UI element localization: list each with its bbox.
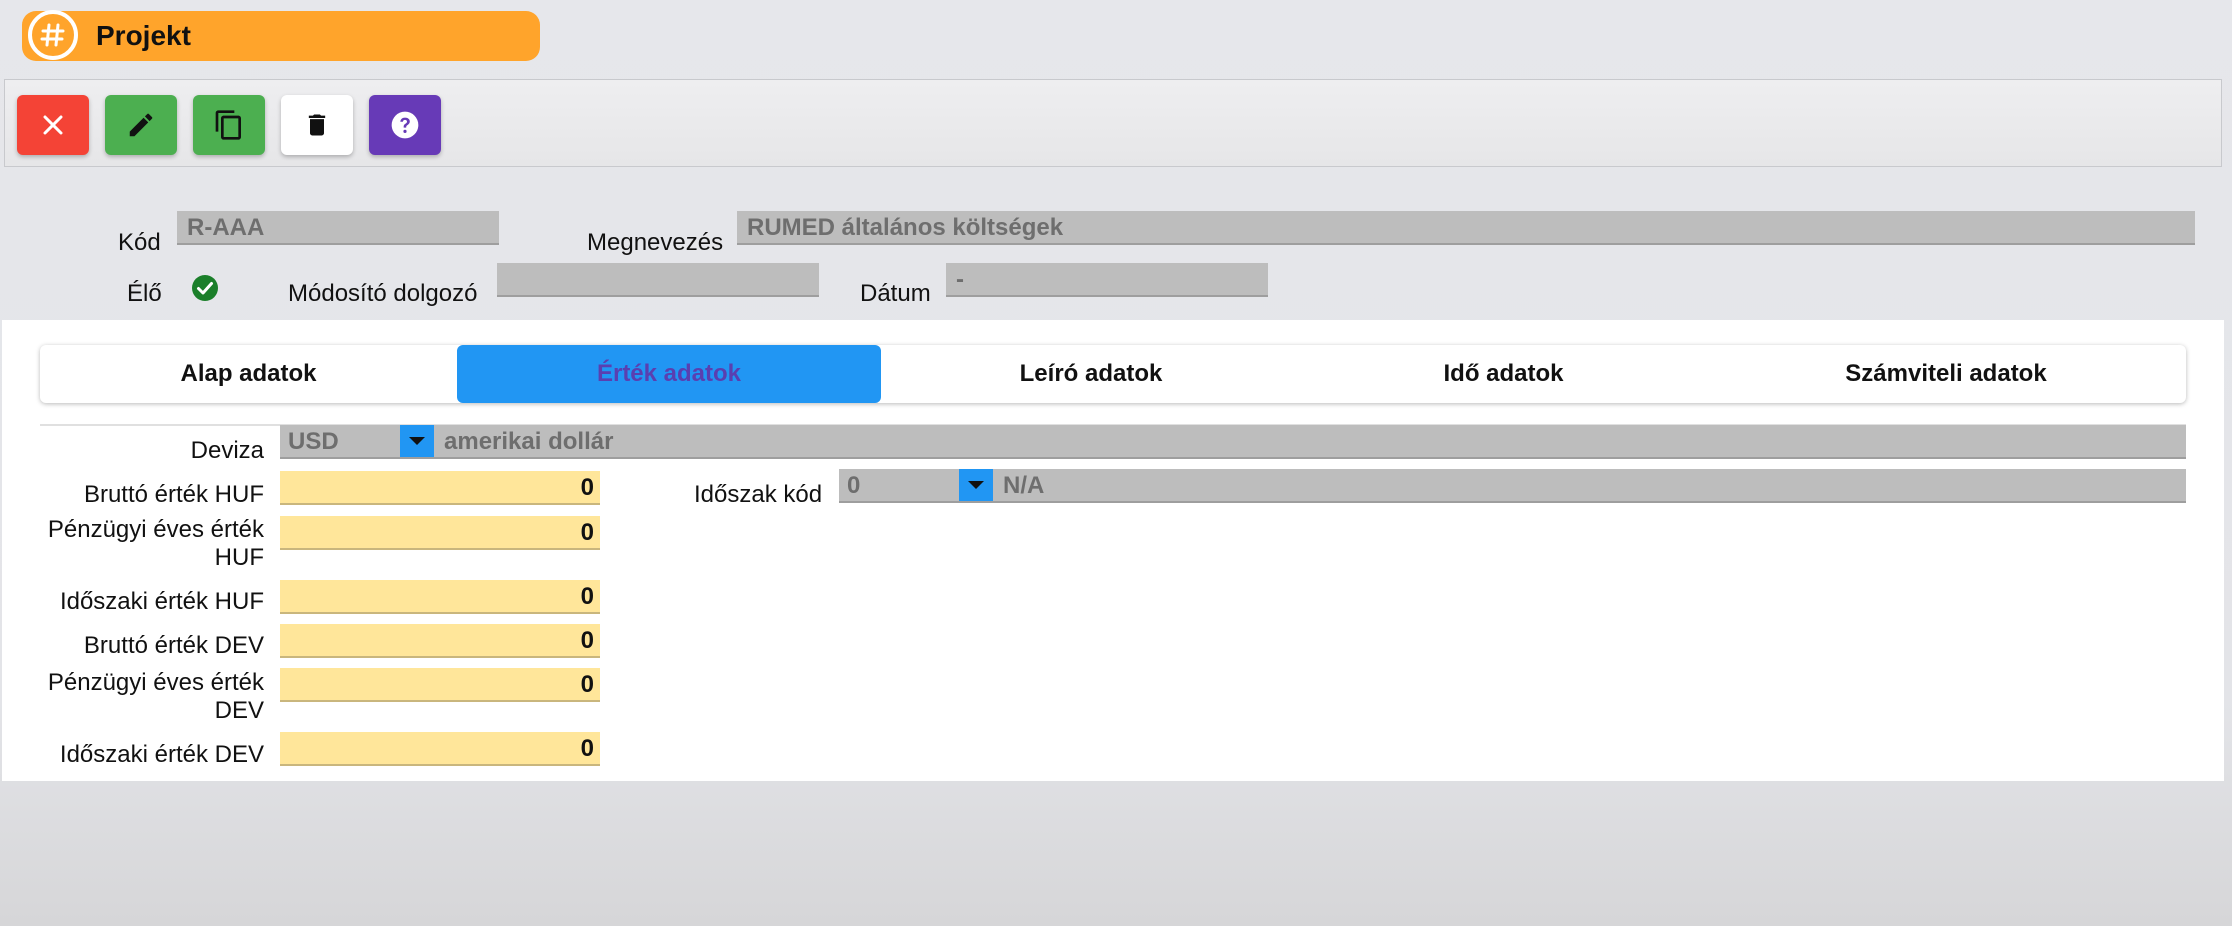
kod-field: R-AAA bbox=[177, 211, 499, 245]
elo-label: Élő bbox=[127, 280, 162, 307]
deviza-label: Deviza bbox=[190, 437, 264, 464]
brutto-huf-input[interactable]: 0 bbox=[280, 471, 600, 505]
idoszaki-dev-input[interactable]: 0 bbox=[280, 732, 600, 766]
brutto-dev-input[interactable]: 0 bbox=[280, 624, 600, 658]
brutto-dev-label: Bruttó érték DEV bbox=[83, 632, 264, 659]
brutto-huf-label: Bruttó érték HUF bbox=[83, 481, 264, 508]
idoszaki-huf-label: Időszaki érték HUF bbox=[59, 588, 264, 615]
edit-button[interactable] bbox=[105, 95, 177, 155]
penzugyi-eves-huf-label: Pénzügyi éves érték HUF bbox=[47, 516, 264, 571]
idoszak-kod-description: N/A bbox=[1003, 472, 1045, 499]
kod-label: Kód bbox=[118, 229, 161, 256]
deviza-code: USD bbox=[288, 428, 339, 455]
datum-label: Dátum bbox=[860, 280, 931, 307]
penzugyi-eves-dev-input[interactable]: 0 bbox=[280, 668, 600, 702]
idoszak-kod-select[interactable]: 0 N/A bbox=[839, 469, 2186, 503]
trash-icon bbox=[308, 114, 326, 136]
idoszak-kod-dropdown-button[interactable] bbox=[959, 469, 993, 501]
idoszaki-dev-label: Időszaki érték DEV bbox=[59, 741, 264, 768]
help-button[interactable] bbox=[369, 95, 441, 155]
megnevezes-field: RUMED általános költségek bbox=[737, 211, 2195, 245]
tab-ido-adatok[interactable]: Idő adatok bbox=[1301, 345, 1706, 403]
idoszak-kod-code: 0 bbox=[847, 472, 861, 499]
close-button[interactable] bbox=[17, 95, 89, 155]
page-title: Projekt bbox=[96, 20, 191, 51]
idoszaki-huf-input[interactable]: 0 bbox=[280, 580, 600, 614]
delete-button[interactable] bbox=[281, 95, 353, 155]
tab-bar: Alap adatok Érték adatok Leíró adatok Id… bbox=[40, 345, 2186, 403]
modosito-field bbox=[497, 263, 819, 297]
chevron-down-icon bbox=[409, 437, 425, 445]
pencil-icon bbox=[129, 113, 153, 137]
deviza-select[interactable]: USD amerikai dollár bbox=[280, 425, 2186, 459]
chevron-down-icon bbox=[968, 481, 984, 489]
copy-icon bbox=[215, 110, 241, 140]
hash-icon bbox=[28, 10, 78, 60]
deviza-description: amerikai dollár bbox=[444, 428, 614, 455]
tab-ertek-adatok[interactable]: Érték adatok bbox=[457, 345, 881, 403]
modosito-label: Módosító dolgozó bbox=[288, 280, 478, 307]
help-icon bbox=[391, 111, 419, 139]
idoszak-kod-label: Időszak kód bbox=[694, 481, 823, 508]
close-icon bbox=[43, 115, 63, 135]
tab-szamviteli-adatok[interactable]: Számviteli adatok bbox=[1706, 345, 2186, 403]
check-circle-icon bbox=[192, 275, 218, 301]
deviza-dropdown-button[interactable] bbox=[400, 425, 434, 457]
tab-alap-adatok[interactable]: Alap adatok bbox=[40, 345, 457, 403]
megnevezes-label: Megnevezés bbox=[587, 229, 724, 256]
tab-leiro-adatok[interactable]: Leíró adatok bbox=[881, 345, 1301, 403]
penzugyi-eves-dev-label: Pénzügyi éves érték DEV bbox=[47, 669, 264, 724]
datum-field: - bbox=[946, 263, 1268, 297]
copy-button[interactable] bbox=[193, 95, 265, 155]
penzugyi-eves-huf-input[interactable]: 0 bbox=[280, 516, 600, 550]
toolbar bbox=[4, 79, 2222, 167]
